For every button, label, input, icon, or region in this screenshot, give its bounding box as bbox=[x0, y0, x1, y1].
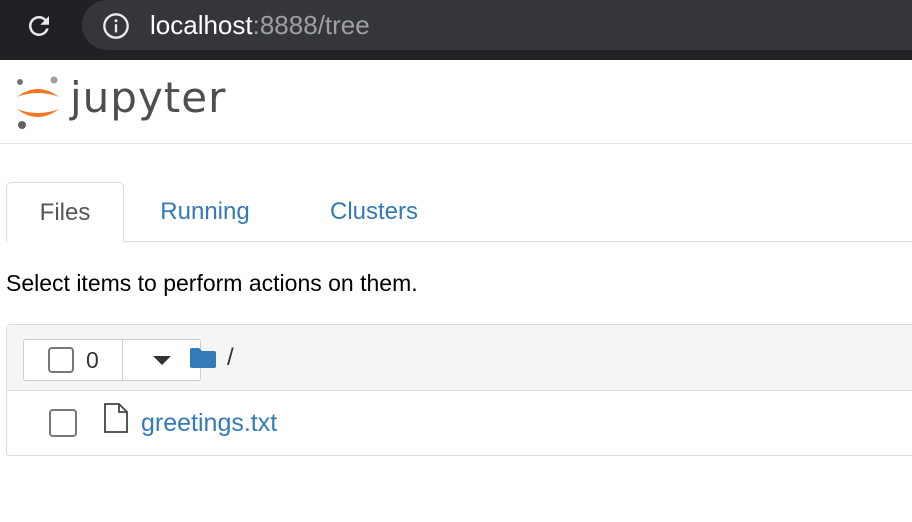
selection-hint: Select items to perform actions on them. bbox=[6, 270, 418, 296]
breadcrumb: / bbox=[189, 343, 234, 373]
tab-files[interactable]: Files bbox=[6, 182, 124, 243]
breadcrumb-root[interactable]: / bbox=[227, 344, 234, 372]
reload-icon[interactable] bbox=[22, 9, 56, 43]
item-checkbox[interactable] bbox=[49, 409, 77, 437]
select-all-control: 0 bbox=[23, 339, 201, 381]
item-checkbox-wrap bbox=[49, 409, 77, 437]
url-text[interactable]: localhost:8888/tree bbox=[150, 10, 370, 40]
tab-clusters[interactable]: Clusters bbox=[304, 182, 444, 242]
select-all-button[interactable]: 0 bbox=[24, 340, 122, 380]
url-host: localhost bbox=[150, 10, 253, 40]
browser-toolbar: localhost:8888/tree bbox=[0, 0, 912, 60]
file-name-link[interactable]: greetings.txt bbox=[141, 407, 277, 439]
file-icon bbox=[104, 403, 128, 433]
caret-down-icon bbox=[152, 355, 171, 365]
folder-icon[interactable] bbox=[189, 347, 217, 369]
file-list-header: 0 / bbox=[7, 325, 912, 391]
jupyter-logo-text[interactable]: jupyter bbox=[70, 74, 226, 122]
site-info-icon[interactable] bbox=[102, 12, 130, 40]
main-tabs: Files Running Clusters bbox=[6, 182, 912, 243]
jupyter-logo-icon[interactable] bbox=[14, 73, 64, 131]
select-all-checkbox[interactable] bbox=[48, 347, 74, 373]
list-item[interactable]: greetings.txt bbox=[7, 391, 912, 455]
jupyter-header: jupyter bbox=[0, 60, 912, 144]
address-bar[interactable]: localhost:8888/tree bbox=[82, 0, 912, 50]
url-path: :8888/tree bbox=[252, 10, 370, 40]
selected-count: 0 bbox=[86, 346, 99, 373]
file-list: 0 / greetings.txt bbox=[6, 324, 912, 456]
tab-running[interactable]: Running bbox=[140, 182, 270, 242]
